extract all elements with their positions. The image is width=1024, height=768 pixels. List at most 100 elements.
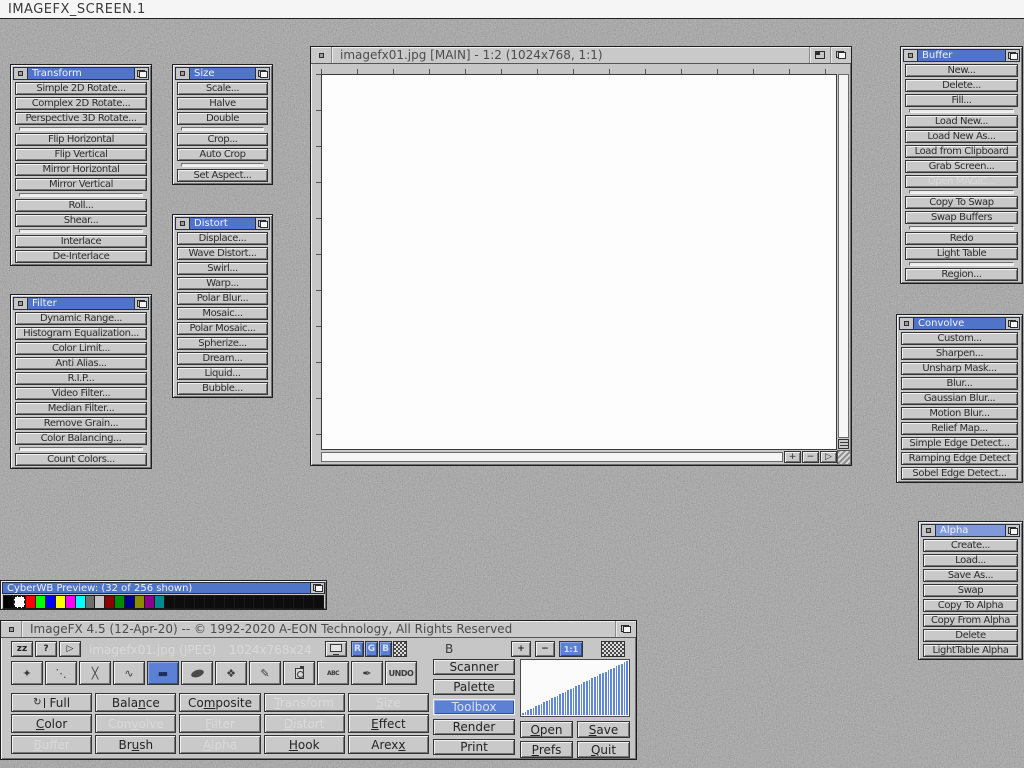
size-palette-button[interactable]: Crop... bbox=[177, 133, 268, 146]
save-button[interactable]: Save bbox=[577, 721, 630, 738]
zoom-gadget[interactable] bbox=[810, 47, 830, 63]
color-swatch[interactable] bbox=[264, 596, 273, 608]
distort-palette-button[interactable]: Dream... bbox=[177, 352, 268, 365]
filter-palette-button[interactable]: Median Filter... bbox=[15, 402, 147, 415]
red-channel-toggle[interactable]: R bbox=[351, 641, 364, 657]
sleep-button[interactable]: zz bbox=[11, 641, 33, 657]
size-palette-button[interactable]: Auto Crop bbox=[177, 148, 268, 161]
alpha-palette-button[interactable]: Copy To Alpha bbox=[923, 599, 1018, 612]
filter-palette-button[interactable]: R.I.P... bbox=[15, 372, 147, 385]
close-gadget[interactable] bbox=[176, 218, 190, 229]
depth-gadget[interactable] bbox=[134, 298, 148, 309]
alpha-palette-button[interactable]: Delete bbox=[923, 629, 1018, 642]
filter-palette-button[interactable]: Anti Alias... bbox=[15, 357, 147, 370]
color-swatch[interactable] bbox=[155, 596, 164, 608]
polygon-tool-button[interactable]: ❖ bbox=[215, 661, 247, 685]
color-swatch[interactable] bbox=[175, 596, 184, 608]
render-button[interactable]: Render bbox=[433, 719, 515, 735]
convolve-palette-button[interactable]: Motion Blur... bbox=[901, 407, 1018, 420]
pattern-button[interactable] bbox=[601, 641, 625, 657]
depth-gadget[interactable] bbox=[1005, 50, 1019, 61]
transform-palette-button[interactable]: Complex 2D Rotate... bbox=[15, 97, 147, 110]
transform-palette-button[interactable]: Simple 2D Rotate... bbox=[15, 82, 147, 95]
depth-gadget[interactable] bbox=[134, 68, 148, 79]
transform-palette-button[interactable]: Mirror Vertical bbox=[15, 178, 147, 191]
color-swatch[interactable] bbox=[56, 596, 65, 608]
transform-palette-button[interactable]: De-Interlace bbox=[15, 250, 147, 263]
vertical-scrollbar[interactable] bbox=[838, 74, 849, 438]
convolve-palette-button[interactable]: Gaussian Blur... bbox=[901, 392, 1018, 405]
transform-palette-button[interactable]: Flip Horizontal bbox=[15, 133, 147, 146]
close-gadget[interactable] bbox=[176, 68, 190, 79]
dither-pattern-button[interactable] bbox=[393, 641, 407, 657]
buffer-palette-button[interactable]: Load New As... bbox=[905, 130, 1018, 143]
distort-palette-button[interactable]: Bubble... bbox=[177, 382, 268, 395]
horizontal-scrollbar[interactable] bbox=[321, 452, 783, 462]
color-swatch[interactable] bbox=[304, 596, 313, 608]
distort-palette-button[interactable]: Wave Distort... bbox=[177, 247, 268, 260]
buffer-palette-button[interactable]: Copy To Swap bbox=[905, 196, 1018, 209]
convolve-palette-titlebar[interactable]: Convolve bbox=[899, 317, 1020, 330]
brush-button[interactable]: Brush bbox=[95, 735, 176, 754]
screen-titlebar[interactable]: IMAGEFX_SCREEN.1 bbox=[0, 0, 1024, 19]
transform-palette-button[interactable]: Flip Vertical bbox=[15, 148, 147, 161]
buffer-palette-button[interactable]: Swap Buffers bbox=[905, 211, 1018, 224]
buffer-palette-button[interactable]: Grab Screen... bbox=[905, 160, 1018, 173]
quit-button[interactable]: Quit bbox=[577, 741, 630, 758]
color-swatch[interactable] bbox=[215, 596, 224, 608]
close-gadget[interactable] bbox=[311, 47, 331, 63]
preview-titlebar[interactable]: CyberWB Preview: (32 of 256 shown) bbox=[2, 582, 325, 594]
depth-gadget[interactable] bbox=[1005, 525, 1019, 536]
color-swatch[interactable] bbox=[115, 596, 124, 608]
alpha-palette-button[interactable]: LightTable Alpha bbox=[923, 644, 1018, 657]
blue-channel-toggle[interactable]: B bbox=[379, 641, 392, 657]
depth-gadget[interactable] bbox=[831, 47, 851, 63]
color-swatch[interactable] bbox=[145, 596, 154, 608]
arrow-button[interactable]: ▷ bbox=[59, 641, 81, 657]
freehand-tool-button[interactable]: ⋱ bbox=[45, 661, 77, 685]
effect-button[interactable]: Effect bbox=[348, 714, 429, 733]
transform-palette-button[interactable]: Shear... bbox=[15, 214, 147, 227]
close-gadget[interactable] bbox=[922, 525, 936, 536]
filter-palette-button[interactable]: Color Limit... bbox=[15, 342, 147, 355]
depth-gadget[interactable] bbox=[255, 218, 269, 229]
toolbox-button[interactable]: Toolbox bbox=[433, 699, 515, 715]
depth-gadget[interactable] bbox=[1005, 318, 1019, 329]
buffer-palette-titlebar[interactable]: Buffer bbox=[903, 49, 1020, 62]
color-swatch[interactable] bbox=[125, 596, 134, 608]
color-swatch[interactable] bbox=[135, 596, 144, 608]
color-swatch[interactable] bbox=[205, 596, 214, 608]
convolve-palette-button[interactable]: Ramping Edge Detect bbox=[901, 452, 1018, 465]
color-swatch[interactable] bbox=[254, 596, 263, 608]
prefs-button[interactable]: Prefs bbox=[520, 741, 573, 758]
depth-gadget[interactable] bbox=[616, 621, 636, 637]
depth-gadget[interactable] bbox=[255, 68, 269, 79]
help-button[interactable]: ? bbox=[35, 641, 57, 657]
alpha-palette-button[interactable]: Swap bbox=[923, 584, 1018, 597]
convolve-palette-button[interactable]: Sharpen... bbox=[901, 347, 1018, 360]
close-gadget[interactable] bbox=[900, 318, 914, 329]
color-swatch[interactable] bbox=[26, 596, 35, 608]
filter-palette-button[interactable]: Color Balancing... bbox=[15, 432, 147, 445]
transform-palette-titlebar[interactable]: Transform bbox=[13, 67, 149, 80]
buffer-palette-button[interactable]: New... bbox=[905, 64, 1018, 77]
distort-palette-button[interactable]: Warp... bbox=[177, 277, 268, 290]
buffer-palette-button[interactable]: Fill... bbox=[905, 94, 1018, 107]
close-gadget[interactable] bbox=[904, 50, 918, 61]
color-swatch[interactable] bbox=[86, 596, 95, 608]
color-swatch[interactable] bbox=[185, 596, 194, 608]
buffer-palette-button[interactable]: Delete... bbox=[905, 79, 1018, 92]
transform-palette-button[interactable]: Perspective 3D Rotate... bbox=[15, 112, 147, 125]
distort-palette-button[interactable]: Spherize... bbox=[177, 337, 268, 350]
fill-tool-button[interactable] bbox=[283, 661, 315, 685]
filter-palette-button[interactable]: Dynamic Range... bbox=[15, 312, 147, 325]
distort-palette-button[interactable]: Swirl... bbox=[177, 262, 268, 275]
composite-button[interactable]: Composite bbox=[179, 693, 260, 712]
palette-button[interactable]: Palette bbox=[433, 679, 515, 695]
filter-palette-titlebar[interactable]: Filter bbox=[13, 297, 149, 310]
size-palette-button[interactable]: Double bbox=[177, 112, 268, 125]
color-swatch[interactable] bbox=[4, 596, 13, 608]
transform-palette-button[interactable]: Roll... bbox=[15, 199, 147, 212]
filter-palette-button[interactable]: Remove Grain... bbox=[15, 417, 147, 430]
screen-mode-button[interactable] bbox=[325, 641, 347, 657]
